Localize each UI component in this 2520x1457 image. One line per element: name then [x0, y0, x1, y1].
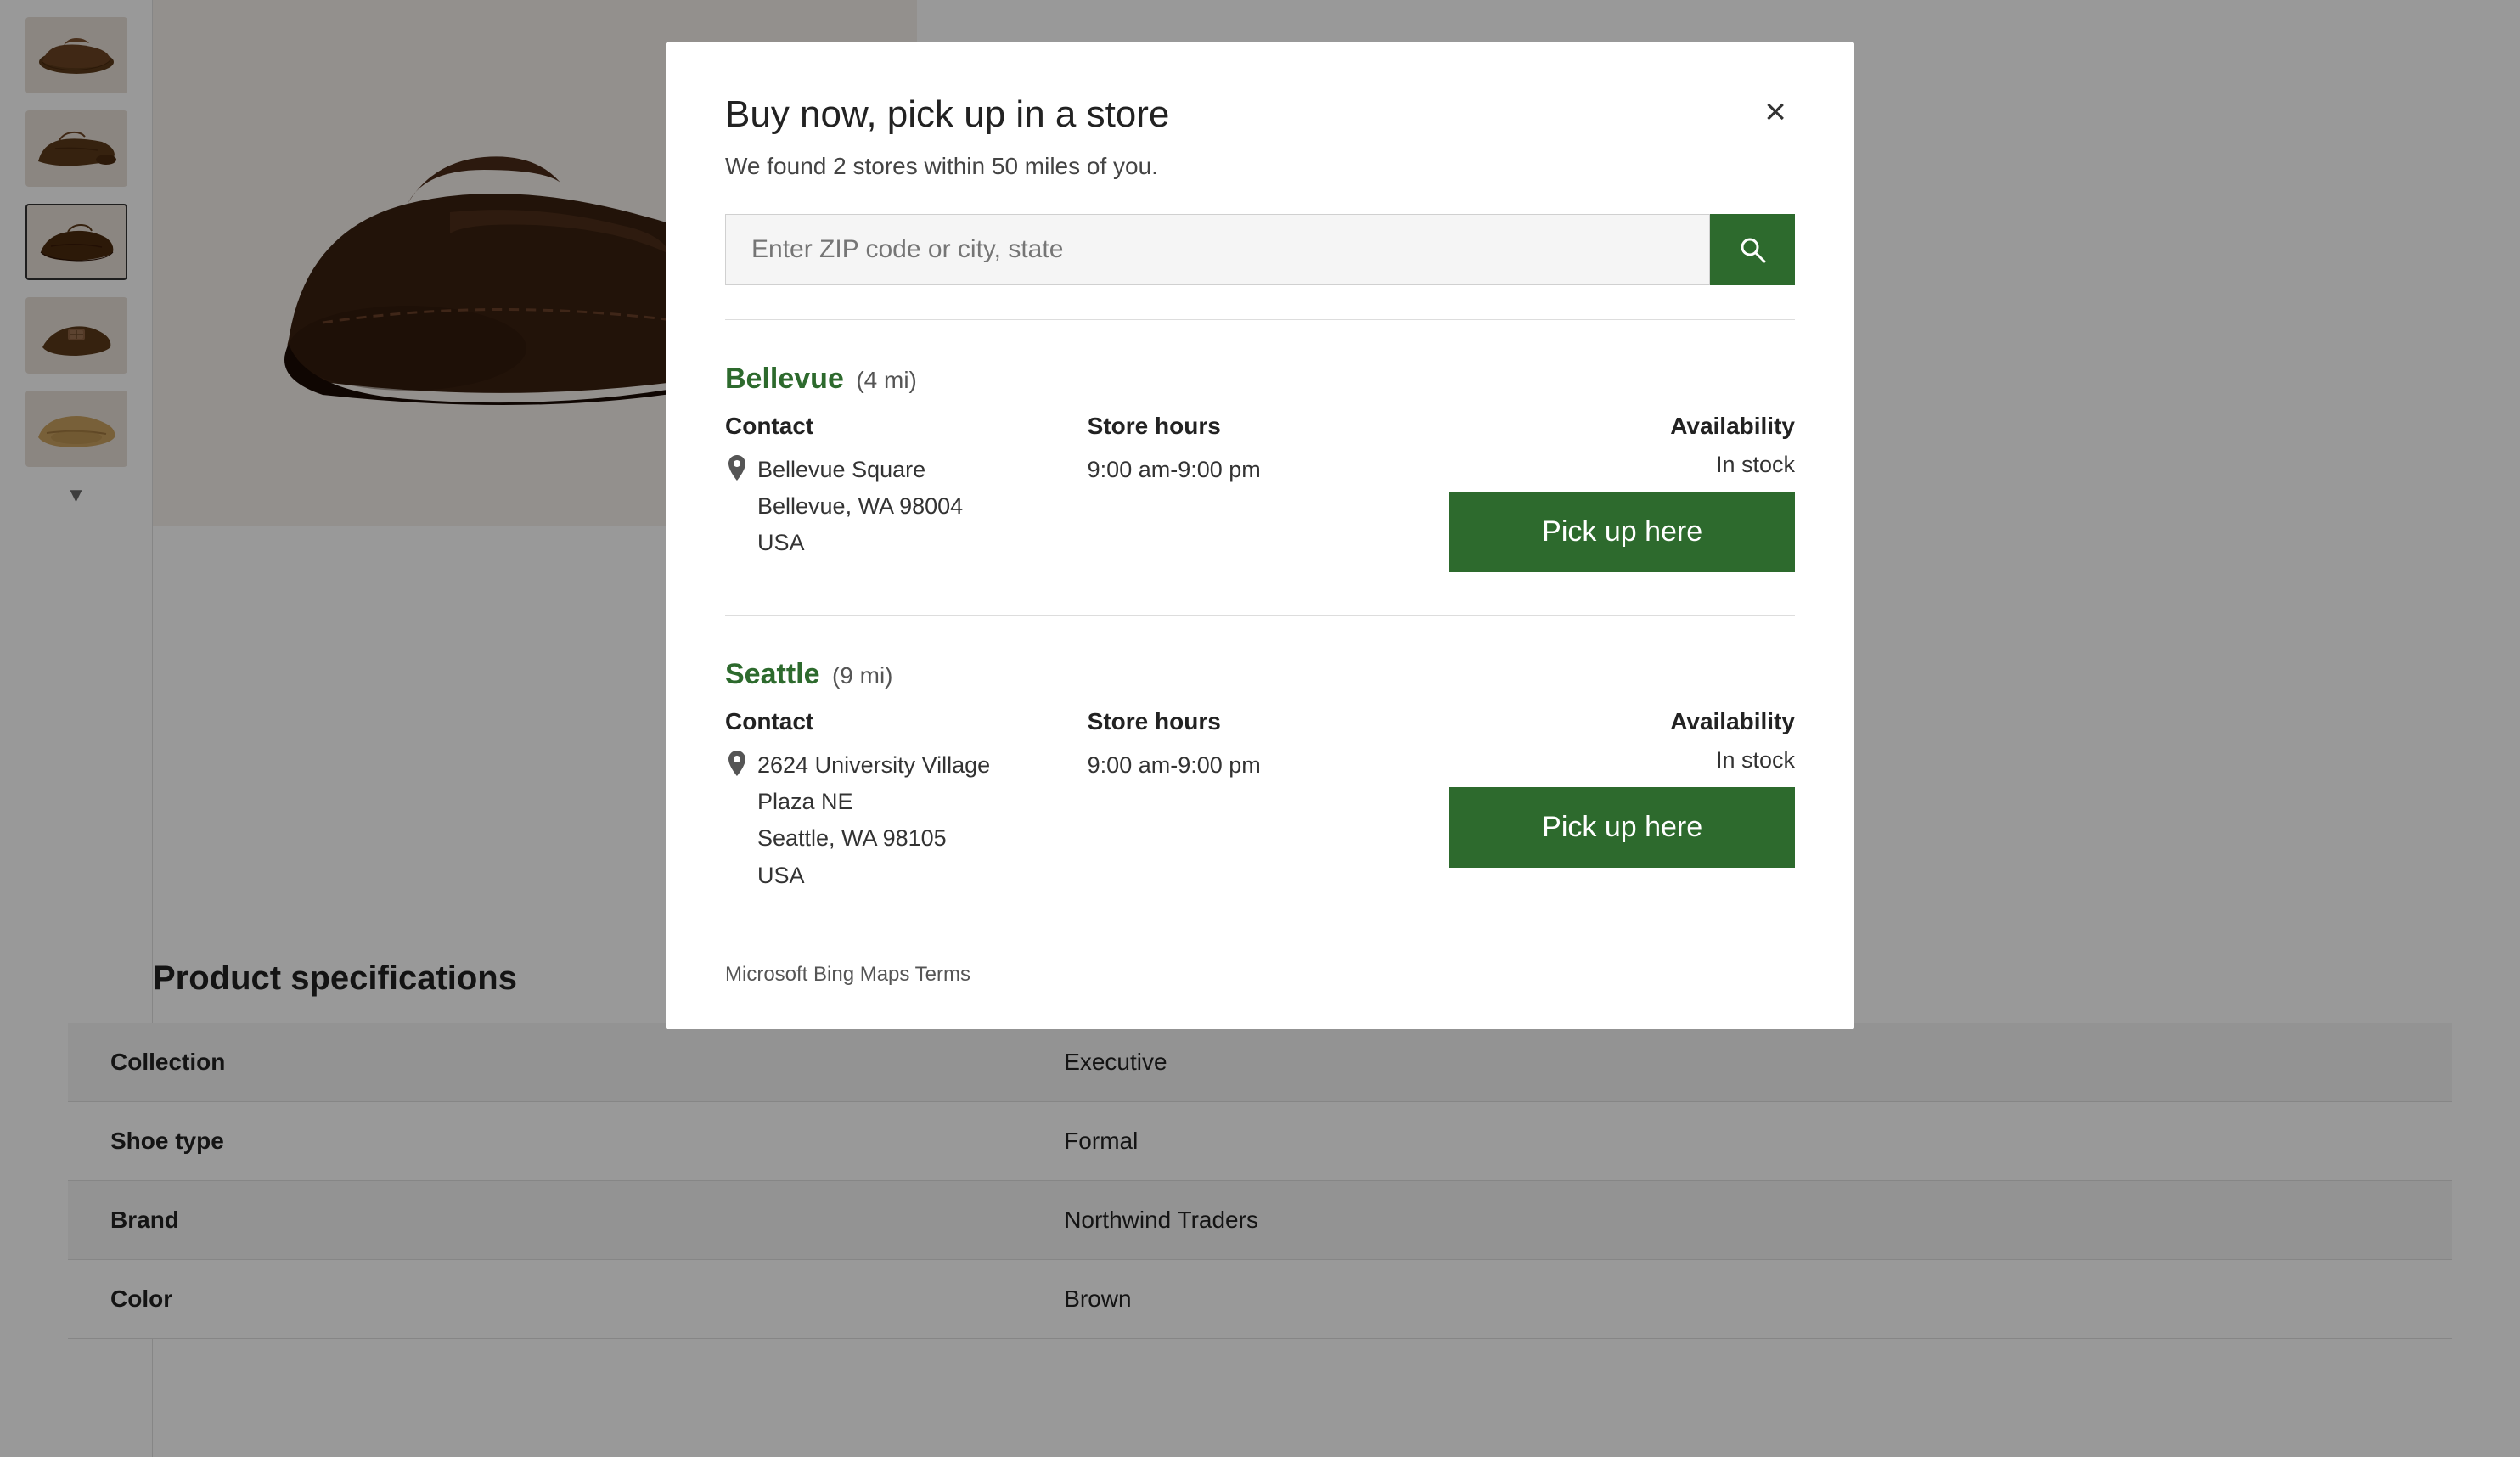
bellevue-hours: 9:00 am-9:00 pm: [1088, 452, 1433, 488]
store-bellevue-distance: (4 mi): [856, 367, 917, 393]
store-bellevue-name-row: Bellevue (4 mi): [725, 363, 1795, 396]
store-entry-bellevue: Bellevue (4 mi) Contact Bellevue SquareB…: [725, 337, 1795, 598]
modal-title: Buy now, pick up in a store: [725, 93, 1169, 136]
store-seattle-availability-col: Availability In stock Pick up here: [1449, 708, 1795, 868]
seattle-availability-status: In stock: [1449, 747, 1795, 774]
store-seattle-name-row: Seattle (9 mi): [725, 658, 1795, 691]
location-icon-seattle: [725, 749, 749, 782]
seattle-hours: 9:00 am-9:00 pm: [1088, 747, 1433, 784]
pick-up-seattle-button[interactable]: Pick up here: [1449, 787, 1795, 868]
store-seattle-name: Seattle: [725, 658, 820, 690]
bing-maps-terms-link[interactable]: Microsoft Bing Maps Terms: [725, 963, 1795, 987]
contact-header-bellevue: Contact: [725, 413, 1071, 440]
seattle-address: 2624 University VillagePlaza NESeattle, …: [757, 747, 990, 894]
store-bellevue-hours-col: Store hours 9:00 am-9:00 pm: [1088, 413, 1433, 488]
store-bellevue-contact-col: Contact Bellevue SquareBellevue, WA 9800…: [725, 413, 1071, 562]
hours-header-bellevue: Store hours: [1088, 413, 1433, 440]
seattle-address-row: 2624 University VillagePlaza NESeattle, …: [725, 747, 1071, 894]
search-button[interactable]: [1710, 214, 1795, 285]
contact-header-seattle: Contact: [725, 708, 1071, 735]
store-entry-seattle: Seattle (9 mi) Contact 2624 University V…: [725, 633, 1795, 920]
store-bellevue-name: Bellevue: [725, 363, 844, 395]
modal-header: Buy now, pick up in a store ×: [725, 93, 1795, 136]
divider-middle: [725, 615, 1795, 616]
availability-header-seattle: Availability: [1449, 708, 1795, 735]
search-icon: [1737, 234, 1768, 265]
store-bellevue-details: Contact Bellevue SquareBellevue, WA 9800…: [725, 413, 1795, 572]
store-pickup-modal: Buy now, pick up in a store × We found 2…: [666, 42, 1854, 1029]
pick-up-bellevue-button[interactable]: Pick up here: [1449, 492, 1795, 572]
store-search-row: [725, 214, 1795, 285]
divider-top: [725, 319, 1795, 320]
availability-header-bellevue: Availability: [1449, 413, 1795, 440]
bellevue-availability-status: In stock: [1449, 452, 1795, 478]
bellevue-address-row: Bellevue SquareBellevue, WA 98004USA: [725, 452, 1071, 562]
hours-header-seattle: Store hours: [1088, 708, 1433, 735]
zip-city-search-input[interactable]: [725, 214, 1710, 285]
bellevue-address: Bellevue SquareBellevue, WA 98004USA: [757, 452, 963, 562]
store-seattle-hours-col: Store hours 9:00 am-9:00 pm: [1088, 708, 1433, 784]
modal-close-button[interactable]: ×: [1756, 93, 1795, 131]
store-seattle-distance: (9 mi): [832, 662, 893, 689]
store-seattle-contact-col: Contact 2624 University VillagePlaza NES…: [725, 708, 1071, 894]
modal-subtitle: We found 2 stores within 50 miles of you…: [725, 153, 1795, 180]
store-bellevue-availability-col: Availability In stock Pick up here: [1449, 413, 1795, 572]
location-icon-bellevue: [725, 453, 749, 487]
store-seattle-details: Contact 2624 University VillagePlaza NES…: [725, 708, 1795, 894]
